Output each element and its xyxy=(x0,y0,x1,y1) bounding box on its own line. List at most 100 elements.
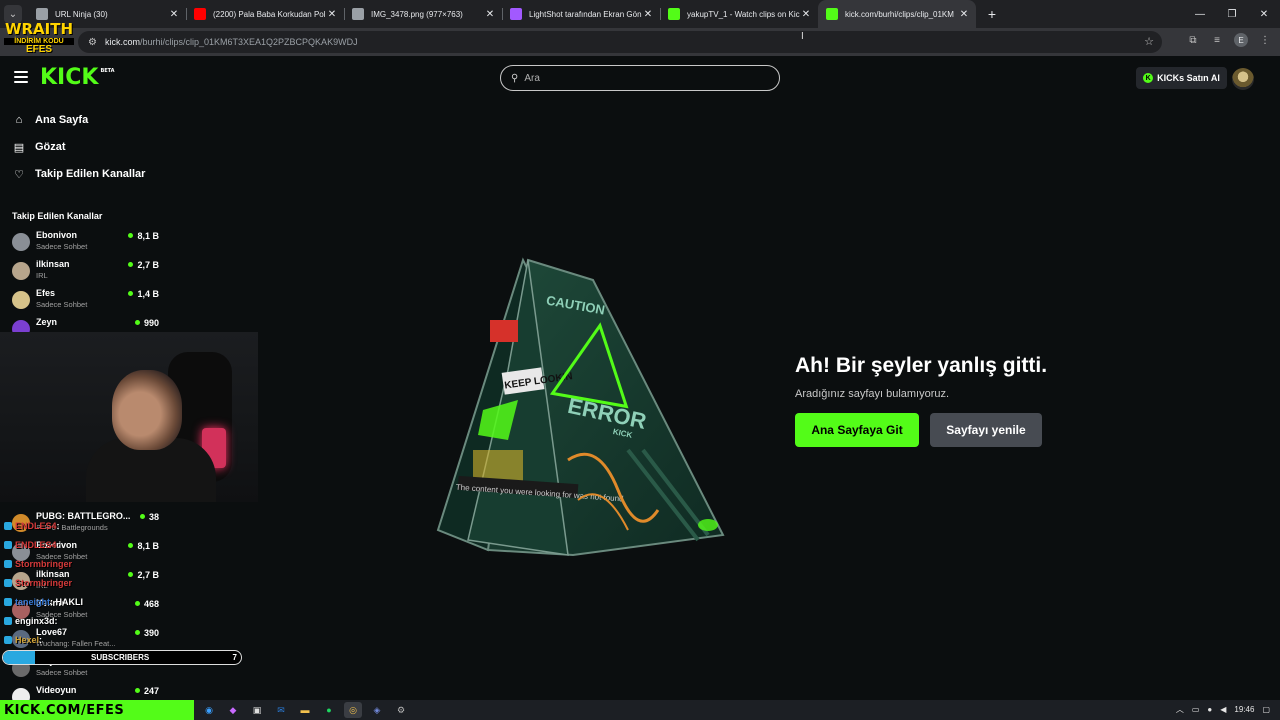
error-title: Ah! Bir şeyler yanlış gitti. xyxy=(795,354,1048,377)
media-control-icon[interactable]: ≡ xyxy=(1210,35,1224,46)
restore-icon[interactable]: ❐ xyxy=(1216,0,1248,28)
channel-avatar xyxy=(12,291,30,309)
browser-tab[interactable]: kick.com/burhi/clips/clip_01KM ✕ xyxy=(818,0,976,28)
buy-kicks-button[interactable]: K KICKs Satın Al xyxy=(1136,67,1227,89)
tab-strip: URL Ninja (30) ✕ (2200) Pala Baba Korkudan… xyxy=(28,0,976,28)
channel-category: Sadece Sohbet xyxy=(36,300,88,309)
search-input[interactable] xyxy=(524,72,755,84)
mic-icon[interactable]: ● xyxy=(1207,705,1212,714)
sponsor-overlay: WRAITH İNDİRİM KODU EFES xyxy=(4,22,74,55)
profile-avatar[interactable]: E xyxy=(1234,33,1248,47)
close-tab-icon[interactable]: ✕ xyxy=(326,9,338,20)
taskbar-apps: ◉ ◆ ▣ ✉ ▬ ● ◎ ◈ ⚙ xyxy=(200,702,410,718)
tab-title: LightShot tarafından Ekran Gön xyxy=(529,9,642,19)
stream-chat-overlay: ENDLES4 : ENDLES4 : Stormbringer Stormbring… xyxy=(0,516,200,646)
close-tab-icon[interactable]: ✕ xyxy=(800,9,812,20)
channel-viewers: 1,4 B xyxy=(128,289,159,299)
tab-favicon-icon xyxy=(668,8,680,20)
channel-row[interactable]: Efes Sadece Sohbet 1,4 B xyxy=(0,287,162,316)
heart-icon: ♡ xyxy=(14,168,24,181)
kick-logo[interactable]: KICK BETA xyxy=(40,65,115,90)
browser-tab[interactable]: LightShot tarafından Ekran Gön ✕ xyxy=(502,0,660,28)
kebab-menu-icon[interactable]: ⋮ xyxy=(1258,35,1272,46)
user-avatar[interactable] xyxy=(1232,68,1254,90)
chat-badge-icon xyxy=(4,578,12,587)
webcam-person-head xyxy=(112,370,182,450)
new-tab-button[interactable]: + xyxy=(982,6,1002,22)
webcam-overlay xyxy=(0,332,258,502)
search-box[interactable]: ⚲ xyxy=(500,65,780,91)
tab-favicon-icon xyxy=(36,8,48,20)
hamburger-menu-icon[interactable] xyxy=(14,71,28,83)
subscribers-goal-bar: SUBSCRIBERS 7 xyxy=(2,650,242,665)
followed-channel-list: Ebonivon Sadece Sohbet 8,1 B ilkinsan IRL 2,7… xyxy=(0,229,162,345)
caution-sign-illustration: KEEP LOOKIN The content you were looking… xyxy=(436,257,725,557)
settings-icon[interactable]: ⚙ xyxy=(392,702,410,718)
text-cursor-icon: I xyxy=(801,31,804,42)
chat-badge-icon xyxy=(4,559,12,568)
close-tab-icon[interactable]: ✕ xyxy=(168,9,180,20)
site-header: KICKBETA ⚲ K KICKs Satın Al xyxy=(0,56,1280,100)
outlook-icon[interactable]: ✉ xyxy=(272,702,290,718)
close-tab-icon[interactable]: ✕ xyxy=(642,9,654,20)
minimize-icon[interactable]: — xyxy=(1184,0,1216,28)
notifications-icon[interactable]: ▢ xyxy=(1262,705,1270,714)
copilot-icon[interactable]: ◆ xyxy=(224,702,242,718)
chat-text: : xyxy=(56,520,60,531)
chat-text: : xyxy=(39,634,43,645)
tab-title: IMG_3478.png (977×763) xyxy=(371,9,463,19)
tab-favicon-icon xyxy=(352,8,364,20)
url-host: kick.com xyxy=(104,37,140,47)
reload-page-button[interactable]: Sayfayı yenile xyxy=(930,413,1042,447)
extensions-icon[interactable]: ⧉ xyxy=(1186,35,1200,46)
chat-message: Stormbringer xyxy=(0,554,200,573)
subscribers-progress-fill xyxy=(3,651,35,664)
chat-username: enginx3d xyxy=(15,615,55,626)
network-icon[interactable]: ▭ xyxy=(1192,705,1200,714)
clock[interactable]: 19:46 xyxy=(1234,705,1254,714)
sidebar-item-label: Ana Sayfa xyxy=(35,114,89,126)
volume-icon[interactable]: ◀ xyxy=(1220,705,1226,714)
channel-row[interactable]: ilkinsan IRL 2,7 B xyxy=(0,258,162,287)
store-icon[interactable]: ▣ xyxy=(248,702,266,718)
browser-tab[interactable]: IMG_3478.png (977×763) ✕ xyxy=(344,0,502,28)
channel-viewers: 990 xyxy=(135,318,159,328)
edge-icon[interactable]: ◉ xyxy=(200,702,218,718)
close-tab-icon[interactable]: ✕ xyxy=(484,9,496,20)
channel-name: ilkinsan xyxy=(36,259,70,269)
channel-viewers: 247 xyxy=(135,686,159,696)
sidebar-item-g-zat[interactable]: ▤ Gözat xyxy=(0,134,162,160)
chat-username: ENDLES4 xyxy=(15,539,57,550)
kick-url-overlay: KICK.COM/EFES xyxy=(0,700,194,720)
sidebar-item-takip-edilen-kanallar[interactable]: ♡ Takip Edilen Kanallar xyxy=(0,161,162,187)
tray-chevron-icon[interactable]: ︿ xyxy=(1176,704,1184,715)
address-bar[interactable]: ⚙ kick.com /burhi/clips/clip_01KM6T3XEA1… xyxy=(78,31,1162,53)
close-tab-icon[interactable]: ✕ xyxy=(958,9,970,20)
site-info-icon[interactable]: ⚙ xyxy=(88,37,97,48)
chat-text: : HAKLI xyxy=(50,596,83,607)
chat-message: taneight : HAKLI xyxy=(0,592,200,611)
chat-badge-icon xyxy=(4,616,12,625)
close-window-icon[interactable]: ✕ xyxy=(1248,0,1280,28)
channel-viewers: 2,7 B xyxy=(128,260,159,270)
subscribers-label: SUBSCRIBERS xyxy=(91,653,150,662)
home-icon: ⌂ xyxy=(15,114,23,126)
channel-name: Videoyun xyxy=(36,685,77,695)
chrome-icon[interactable]: ◎ xyxy=(344,702,362,718)
tab-title: yakupTV_1 - Watch clips on Kic xyxy=(687,9,800,19)
browser-tab[interactable]: (2200) Pala Baba Korkudan Poli ✕ xyxy=(186,0,344,28)
folder-icon[interactable]: ▬ xyxy=(296,702,314,718)
browse-icon: ▤ xyxy=(13,141,25,154)
bookmark-star-icon[interactable]: ☆ xyxy=(1144,35,1154,48)
channel-row[interactable]: Ebonivon Sadece Sohbet 8,1 B xyxy=(0,229,162,258)
sidebar-item-ana-sayfa[interactable]: ⌂ Ana Sayfa xyxy=(0,107,162,133)
go-home-button[interactable]: Ana Sayfaya Git xyxy=(795,413,919,447)
chat-badge-icon xyxy=(4,597,12,606)
browser-tab[interactable]: yakupTV_1 - Watch clips on Kic ✕ xyxy=(660,0,818,28)
spotify-icon[interactable]: ● xyxy=(320,702,338,718)
logo-text: KICK xyxy=(40,65,99,90)
discord-icon[interactable]: ◈ xyxy=(368,702,386,718)
sponsor-code: EFES xyxy=(25,44,53,55)
sidebar-nav: ⌂ Ana Sayfa ▤ Gözat ♡ Takip Edilen Kanallar xyxy=(0,107,162,187)
chat-badge-icon xyxy=(4,521,12,530)
